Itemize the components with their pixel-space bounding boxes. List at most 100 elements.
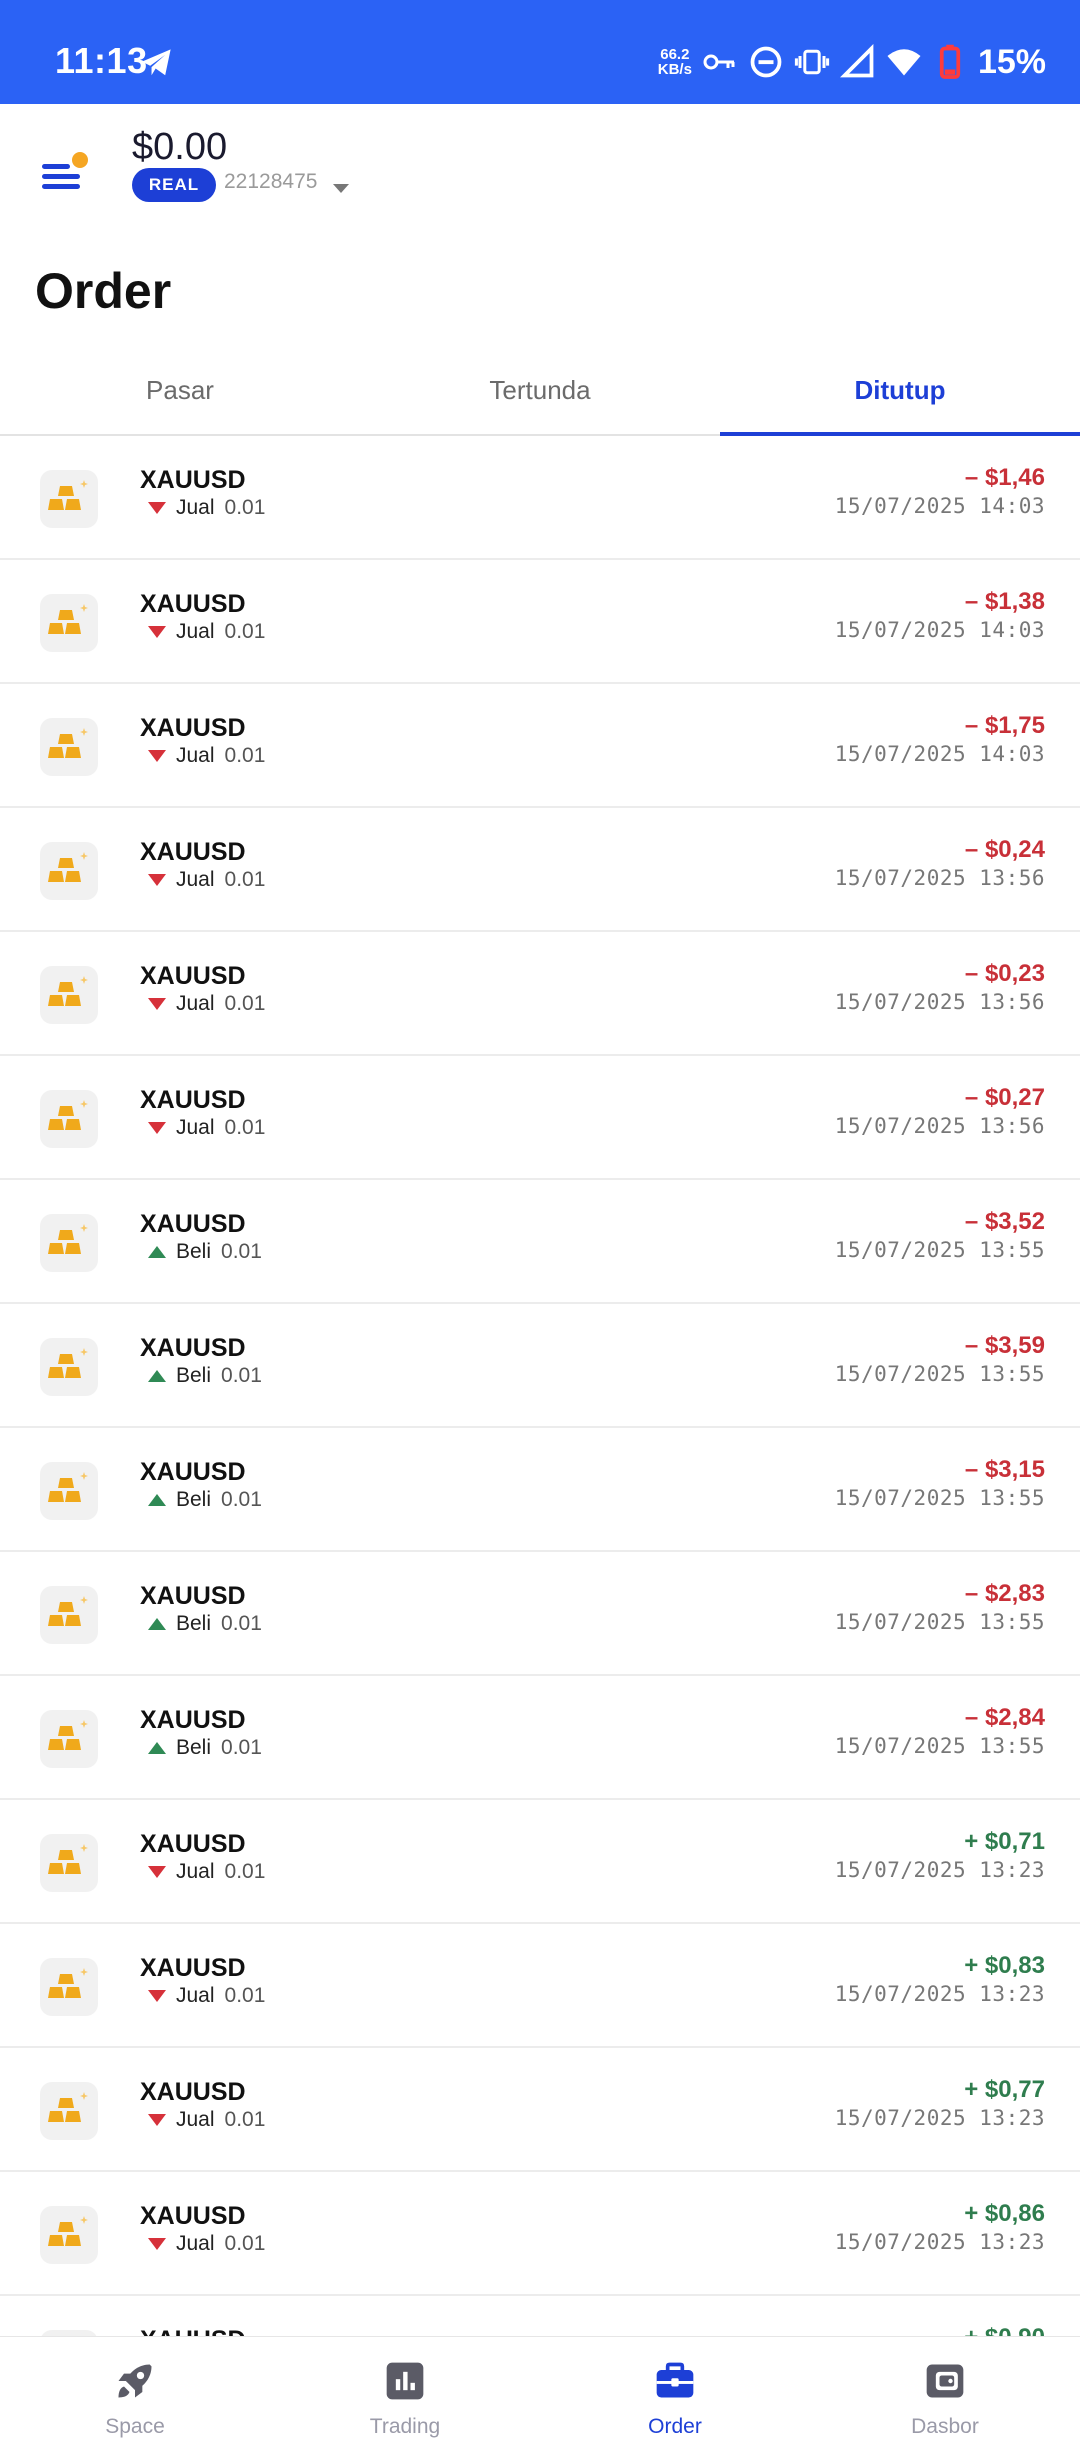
order-pnl: – $2,83 — [964, 1580, 1045, 1607]
arrow-up-icon — [148, 1370, 166, 1382]
arrow-down-icon — [148, 1990, 166, 2002]
order-pnl: – $2,84 — [964, 1704, 1045, 1731]
arrow-down-icon — [148, 1122, 166, 1134]
order-close-time: 15/07/2025 13:56 — [834, 866, 1045, 890]
order-close-time: 15/07/2025 13:23 — [834, 1858, 1045, 1882]
nav-trading[interactable]: Trading — [270, 2337, 540, 2460]
order-side-label: Jual — [176, 2232, 215, 2255]
order-lot: 0.01 — [224, 620, 266, 643]
order-row[interactable]: XAUUSD Jual 0.01 – $0,23 15/07/2025 13:56 — [0, 932, 1080, 1056]
order-side-label: Beli — [176, 1736, 212, 1759]
order-symbol: XAUUSD — [140, 1086, 246, 1114]
gold-bars-icon — [48, 1348, 88, 1378]
gold-bars-icon — [48, 1968, 88, 1998]
gold-bars-icon — [48, 852, 88, 882]
account-number[interactable]: 22128475 — [224, 170, 317, 194]
order-symbol: XAUUSD — [140, 1954, 246, 1982]
arrow-up-icon — [148, 1618, 166, 1630]
order-lot: 0.01 — [221, 1736, 262, 1759]
order-lot: 0.01 — [221, 1364, 262, 1387]
order-row[interactable]: XAUUSD Jual 0.01 – $1,75 15/07/2025 14:03 — [0, 684, 1080, 808]
page-title: Order — [35, 263, 172, 319]
order-row[interactable]: XAUUSD Jual 0.01 + $0,77 15/07/2025 13:23 — [0, 2048, 1080, 2172]
order-row[interactable]: XAUUSD Beli 0.01 – $3,52 15/07/2025 13:55 — [0, 1180, 1080, 1304]
status-bar: 11:13 66.2 KB/s 15% — [0, 0, 1080, 104]
order-side: Jual 0.01 — [148, 992, 265, 1016]
arrow-down-icon — [148, 1866, 166, 1878]
nav-dasbor[interactable]: Dasbor — [810, 2337, 1080, 2460]
order-close-time: 15/07/2025 13:56 — [834, 990, 1045, 1014]
tab-tertunda[interactable]: Tertunda — [360, 352, 720, 434]
chevron-down-icon[interactable] — [333, 184, 349, 193]
arrow-down-icon — [148, 874, 166, 886]
order-pnl: – $3,15 — [964, 1456, 1045, 1483]
order-row[interactable]: XAUUSD Jual 0.01 + $0,71 15/07/2025 13:23 — [0, 1800, 1080, 1924]
order-row[interactable]: XAUUSD Jual 0.01 – $1,46 15/07/2025 14:03 — [0, 436, 1080, 560]
gold-bars-icon — [48, 728, 88, 758]
order-row[interactable]: XAUUSDJual0.01+ $0,9015/07/2025 13:23 — [0, 2296, 1080, 2336]
tab-pasar[interactable]: Pasar — [0, 352, 360, 434]
nav-space[interactable]: Space — [0, 2337, 270, 2460]
order-side: Jual 0.01 — [148, 1116, 265, 1140]
arrow-down-icon — [148, 2238, 166, 2250]
gold-bars-icon — [48, 1100, 88, 1130]
order-close-time: 15/07/2025 13:55 — [834, 1734, 1045, 1758]
gold-bars-icon — [48, 604, 88, 634]
order-row[interactable]: XAUUSD Beli 0.01 – $3,15 15/07/2025 13:55 — [0, 1428, 1080, 1552]
order-side: Beli 0.01 — [148, 1240, 262, 1264]
order-side: Beli 0.01 — [148, 1612, 262, 1636]
instrument-icon — [40, 1710, 98, 1768]
order-row[interactable]: XAUUSD Jual 0.01 + $0,83 15/07/2025 13:23 — [0, 1924, 1080, 2048]
order-side-label: Beli — [176, 1488, 212, 1511]
order-side: Beli 0.01 — [148, 1736, 262, 1760]
tab-ditutup[interactable]: Ditutup — [720, 352, 1080, 436]
instrument-icon — [40, 718, 98, 776]
order-lot: 0.01 — [221, 1488, 262, 1511]
status-time: 11:13 — [55, 40, 148, 81]
order-lot: 0.01 — [221, 1240, 262, 1263]
network-speed-value: 66.2 — [660, 46, 690, 63]
rocket-icon — [118, 2364, 152, 2398]
order-row[interactable]: XAUUSD Jual 0.01 – $0,24 15/07/2025 13:56 — [0, 808, 1080, 932]
instrument-icon — [40, 594, 98, 652]
instrument-icon — [40, 1214, 98, 1272]
order-side-label: Jual — [176, 744, 215, 767]
gold-bars-icon — [48, 480, 88, 510]
order-lot: 0.01 — [224, 1860, 266, 1883]
order-pnl: – $0,23 — [964, 960, 1045, 987]
order-symbol: XAUUSD — [140, 962, 246, 990]
instrument-icon — [40, 1338, 98, 1396]
order-side: Jual 0.01 — [148, 744, 265, 768]
order-lot: 0.01 — [224, 744, 266, 767]
order-side: Jual 0.01 — [148, 1860, 265, 1884]
instrument-icon — [40, 842, 98, 900]
order-row[interactable]: XAUUSD Jual 0.01 – $1,38 15/07/2025 14:03 — [0, 560, 1080, 684]
instrument-icon — [40, 2082, 98, 2140]
order-lot: 0.01 — [224, 1116, 266, 1139]
order-symbol: XAUUSD — [140, 1210, 246, 1238]
order-symbol: XAUUSD — [140, 1582, 246, 1610]
order-side-label: Beli — [176, 1240, 212, 1263]
closed-orders-list: XAUUSD Jual 0.01– $1,46 15/07/2025 14:03 XAU… — [0, 436, 1080, 2336]
order-row[interactable]: XAUUSD Beli 0.01 – $2,84 15/07/2025 13:55 — [0, 1676, 1080, 1800]
order-side: Jual 0.01 — [148, 2108, 265, 2132]
arrow-down-icon — [148, 626, 166, 638]
gold-bars-icon — [48, 976, 88, 1006]
menu-button[interactable] — [40, 152, 92, 192]
wallet-icon — [926, 2364, 964, 2398]
nav-order[interactable]: Order — [540, 2337, 810, 2460]
order-row[interactable]: XAUUSD Jual 0.01 + $0,86 15/07/2025 13:23 — [0, 2172, 1080, 2296]
order-row[interactable]: XAUUSD Beli 0.01 – $3,59 15/07/2025 13:55 — [0, 1304, 1080, 1428]
nav-dasbor-label: Dasbor — [911, 2415, 979, 2438]
order-row[interactable]: XAUUSD Beli 0.01 – $2,83 15/07/2025 13:55 — [0, 1552, 1080, 1676]
order-side-label: Beli — [176, 1364, 212, 1387]
order-row[interactable]: XAUUSD Jual 0.01 – $0,27 15/07/2025 13:56 — [0, 1056, 1080, 1180]
vpn-key-icon — [703, 54, 735, 70]
instrument-icon — [40, 1586, 98, 1644]
order-close-time: 15/07/2025 13:56 — [834, 1114, 1045, 1138]
instrument-icon — [40, 1958, 98, 2016]
order-symbol: XAUUSD — [140, 1830, 246, 1858]
order-side: Jual 0.01 — [148, 1984, 265, 2008]
order-lot: 0.01 — [224, 992, 266, 1015]
arrow-down-icon — [148, 750, 166, 762]
